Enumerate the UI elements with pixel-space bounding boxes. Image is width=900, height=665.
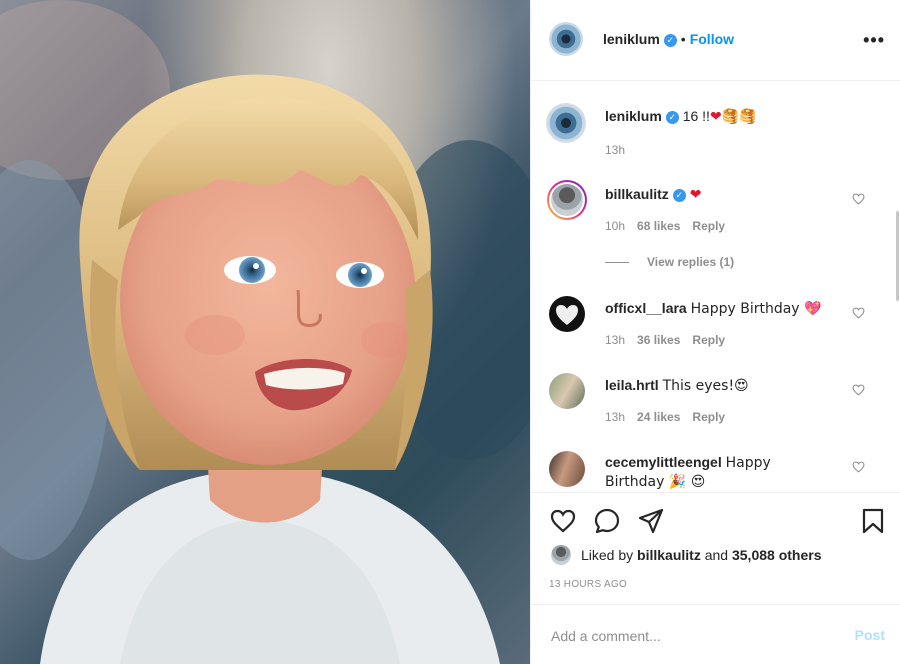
liked-by-middle: and bbox=[700, 547, 732, 563]
comment-username[interactable]: cecemylittleengel bbox=[605, 454, 722, 470]
add-comment-bar: Post bbox=[531, 604, 900, 665]
comment-username[interactable]: leila.hrtl bbox=[605, 377, 659, 393]
comments-list[interactable]: leniklum ✓ 16 !!❤🥞🥞 13h billkaulitz ✓ ❤ 10… bbox=[531, 81, 900, 492]
comment-likes[interactable]: 24 likes bbox=[637, 410, 680, 424]
view-replies-label: View replies (1) bbox=[647, 255, 735, 269]
caption-username[interactable]: leniklum bbox=[605, 108, 662, 124]
like-comment-heart-icon[interactable] bbox=[852, 307, 865, 319]
separator-dot: • bbox=[680, 31, 686, 47]
caption-emojis: ❤🥞🥞 bbox=[709, 109, 757, 125]
like-comment-heart-icon[interactable] bbox=[852, 384, 865, 396]
photo-illustration bbox=[0, 0, 530, 664]
verified-badge-icon: ✓ bbox=[665, 111, 679, 124]
comment-username[interactable]: officxl__lara bbox=[605, 300, 687, 316]
comment-text: billkaulitz ✓ ❤ bbox=[605, 185, 855, 204]
comment-text: leila.hrtl This eyes!😍 bbox=[605, 376, 855, 395]
post-timestamp[interactable]: 13 HOURS AGO bbox=[549, 579, 627, 590]
comment-time[interactable]: 10h bbox=[605, 219, 625, 233]
replies-line bbox=[605, 262, 629, 264]
more-horizontal-icon[interactable]: ••• bbox=[863, 30, 885, 51]
comment-item: leila.hrtl This eyes!😍 13h 24 likes Reply bbox=[531, 363, 900, 443]
like-comment-heart-icon[interactable] bbox=[852, 461, 865, 473]
comment-text: cecemylittleengel Happy Birthday 🎉 😍 bbox=[605, 453, 805, 491]
comment-body: ❤ bbox=[689, 187, 702, 203]
post-photo[interactable] bbox=[0, 0, 530, 664]
comment-avatar[interactable] bbox=[549, 373, 585, 409]
comment-bubble-icon[interactable] bbox=[593, 507, 621, 535]
post-sidebar: leniklum ✓ • Follow ••• leniklum ✓ 16 !!❤🥞🥞 … bbox=[530, 0, 900, 664]
post-comment-button[interactable]: Post bbox=[855, 627, 885, 643]
view-replies-button[interactable]: View replies (1) bbox=[605, 255, 734, 269]
reply-button[interactable]: Reply bbox=[692, 410, 725, 424]
like-comment-heart-icon[interactable] bbox=[852, 193, 865, 205]
bookmark-icon[interactable] bbox=[859, 507, 887, 535]
verified-badge-icon: ✓ bbox=[672, 189, 686, 202]
caption-avatar[interactable] bbox=[547, 104, 585, 142]
author-line: leniklum ✓ • Follow bbox=[603, 31, 734, 47]
liked-by-user[interactable]: billkaulitz bbox=[637, 547, 701, 563]
verified-badge-icon: ✓ bbox=[663, 34, 677, 47]
instagram-post: leniklum ✓ • Follow ••• leniklum ✓ 16 !!❤🥞🥞 … bbox=[0, 0, 900, 664]
reply-button[interactable]: Reply bbox=[692, 219, 725, 233]
comment-meta: 10h 68 likes Reply bbox=[605, 219, 737, 233]
comment-item: officxl__lara Happy Birthday 💖 13h 36 lik… bbox=[531, 286, 900, 366]
like-heart-icon[interactable] bbox=[549, 507, 577, 535]
comment-likes[interactable]: 36 likes bbox=[637, 333, 680, 347]
liked-by: Liked by billkaulitz and 35,088 others bbox=[551, 545, 822, 565]
comment-avatar[interactable] bbox=[549, 451, 585, 487]
reply-button[interactable]: Reply bbox=[692, 333, 725, 347]
heart-avatar-icon bbox=[556, 305, 578, 325]
comment-username[interactable]: billkaulitz bbox=[605, 186, 669, 202]
comment-item: billkaulitz ✓ ❤ 10h 68 likes Reply bbox=[531, 171, 900, 291]
comment-likes[interactable]: 68 likes bbox=[637, 219, 680, 233]
post-header: leniklum ✓ • Follow ••• bbox=[531, 0, 900, 81]
follow-button[interactable]: Follow bbox=[690, 31, 734, 47]
comment-item: cecemylittleengel Happy Birthday 🎉 😍 bbox=[531, 441, 900, 492]
comment-avatar[interactable] bbox=[549, 296, 585, 332]
comment-time[interactable]: 13h bbox=[605, 333, 625, 347]
action-bar: Liked by billkaulitz and 35,088 others 1… bbox=[531, 492, 900, 603]
comment-meta: 13h 36 likes Reply bbox=[605, 333, 737, 347]
comment-body: This eyes!😍 bbox=[662, 378, 749, 394]
liked-by-others[interactable]: 35,088 others bbox=[732, 547, 822, 563]
caption-time[interactable]: 13h bbox=[605, 143, 625, 157]
caption: leniklum ✓ 16 !!❤🥞🥞 13h bbox=[531, 81, 900, 161]
liked-by-prefix: Liked by bbox=[581, 547, 638, 563]
liked-by-avatar[interactable] bbox=[551, 545, 571, 565]
author-avatar[interactable] bbox=[549, 22, 583, 56]
comment-body: Happy Birthday 💖 bbox=[690, 301, 822, 317]
caption-body: 16 !! bbox=[682, 108, 710, 124]
add-comment-input[interactable] bbox=[549, 623, 833, 649]
comment-time[interactable]: 13h bbox=[605, 410, 625, 424]
caption-meta: 13h bbox=[605, 143, 637, 157]
author-username[interactable]: leniklum bbox=[603, 31, 660, 47]
comment-avatar[interactable] bbox=[547, 180, 587, 220]
comment-meta: 13h 24 likes Reply bbox=[605, 410, 737, 424]
comment-text: officxl__lara Happy Birthday 💖 bbox=[605, 299, 855, 318]
share-send-icon[interactable] bbox=[637, 507, 665, 535]
caption-text: leniklum ✓ 16 !!❤🥞🥞 bbox=[605, 107, 855, 126]
